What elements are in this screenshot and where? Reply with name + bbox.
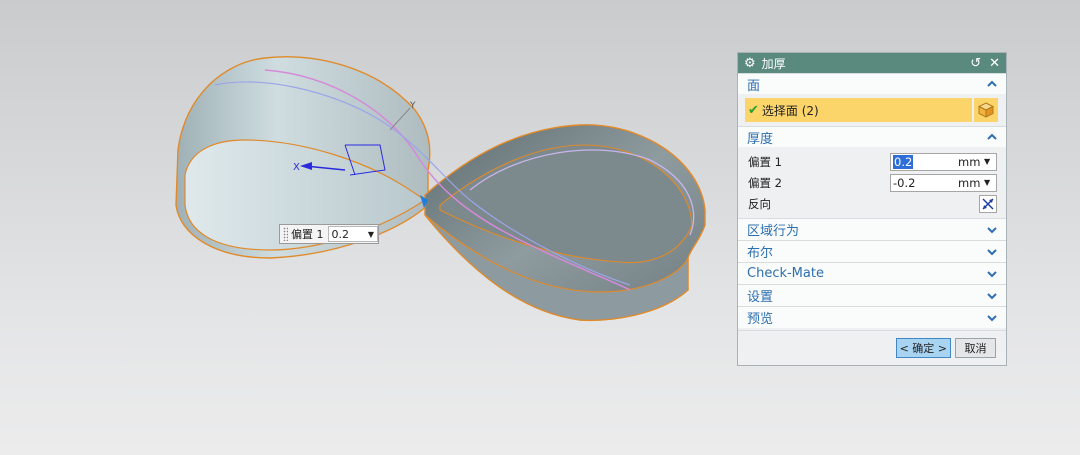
section-face-header[interactable]: 面	[738, 73, 1006, 94]
offset1-input[interactable]: 0.2 mm ▼	[890, 152, 997, 171]
section-collapsed-title: Check-Mate	[747, 266, 824, 281]
floating-offset-label: 偏置 1	[291, 228, 324, 241]
chevron-up-icon[interactable]	[986, 131, 998, 143]
axis-x-label: X	[293, 162, 300, 173]
ok-button[interactable]: < 确定 >	[895, 338, 951, 358]
select-face-label: 选择面 (2)	[761, 103, 819, 118]
dialog-title: 加厚	[761, 56, 786, 71]
chevron-up-icon[interactable]	[986, 78, 998, 90]
dialog-titlebar[interactable]: ⚙ 加厚 ↺ ✕	[738, 53, 1006, 73]
reverse-row: 反向	[738, 193, 1006, 214]
section-collapsed-header[interactable]: 设置	[738, 284, 1006, 306]
dropdown-arrow-icon[interactable]: ▼	[984, 178, 996, 187]
section-collapsed-header[interactable]: Check-Mate	[738, 262, 1006, 284]
reverse-direction-icon[interactable]	[979, 194, 997, 213]
offset2-label: 偏置 2	[748, 175, 782, 190]
section-collapsed-header[interactable]: 布尔	[738, 240, 1006, 262]
section-thickness-header[interactable]: 厚度	[738, 126, 1006, 147]
reset-icon[interactable]: ↺	[970, 56, 981, 71]
chevron-down-icon[interactable]	[986, 268, 998, 280]
offset2-unit[interactable]: mm	[958, 176, 984, 190]
chevron-down-icon[interactable]	[986, 312, 998, 324]
drag-grip[interactable]	[283, 227, 288, 241]
offset1-unit[interactable]: mm	[958, 155, 984, 169]
cancel-button[interactable]: 取消	[955, 338, 996, 358]
section-collapsed-header[interactable]: 区域行为	[738, 218, 1006, 240]
gear-icon[interactable]: ⚙	[744, 56, 756, 71]
dropdown-arrow-icon[interactable]: ▼	[984, 157, 996, 166]
section-collapsed-title: 设置	[747, 290, 774, 305]
offset1-value: 0.2	[893, 154, 914, 169]
thicken-dialog: ⚙ 加厚 ↺ ✕ 面 ✔ 选择面 (2) 厚度 偏置 1 0.2 mm ▼ 偏置…	[737, 52, 1007, 366]
section-collapsed-title: 布尔	[747, 246, 774, 261]
offset2-input[interactable]: -0.2 mm ▼	[890, 173, 997, 192]
floating-offset-field: 偏置 1 0.2 ▼	[279, 224, 379, 244]
chevron-down-icon[interactable]	[986, 290, 998, 302]
offset2-row: 偏置 2 -0.2 mm ▼	[738, 172, 1006, 193]
dropdown-arrow-icon[interactable]: ▼	[368, 230, 377, 239]
floating-offset-input[interactable]: 0.2 ▼	[327, 226, 378, 242]
offset2-value: -0.2	[893, 175, 916, 190]
offset1-label: 偏置 1	[748, 154, 782, 169]
axis-y-label: Y	[409, 101, 416, 111]
section-thickness-title: 厚度	[747, 131, 774, 147]
reverse-label: 反向	[748, 196, 771, 211]
section-collapsed-title: 区域行为	[747, 224, 800, 239]
chevron-down-icon[interactable]	[986, 246, 998, 258]
dialog-footer: < 确定 > 取消	[738, 330, 1006, 365]
checkmark-icon: ✔	[748, 102, 759, 118]
face-selector-cube-icon[interactable]	[974, 98, 998, 122]
close-icon[interactable]: ✕	[989, 56, 1000, 71]
section-collapsed-title: 预览	[747, 312, 774, 327]
select-face-field[interactable]: ✔ 选择面 (2)	[745, 98, 972, 122]
section-collapsed-header[interactable]: 预览	[738, 306, 1006, 328]
offset1-row: 偏置 1 0.2 mm ▼	[738, 151, 1006, 172]
section-face-title: 面	[747, 78, 761, 94]
chevron-down-icon[interactable]	[986, 224, 998, 236]
floating-offset-value: 0.2	[331, 227, 350, 241]
